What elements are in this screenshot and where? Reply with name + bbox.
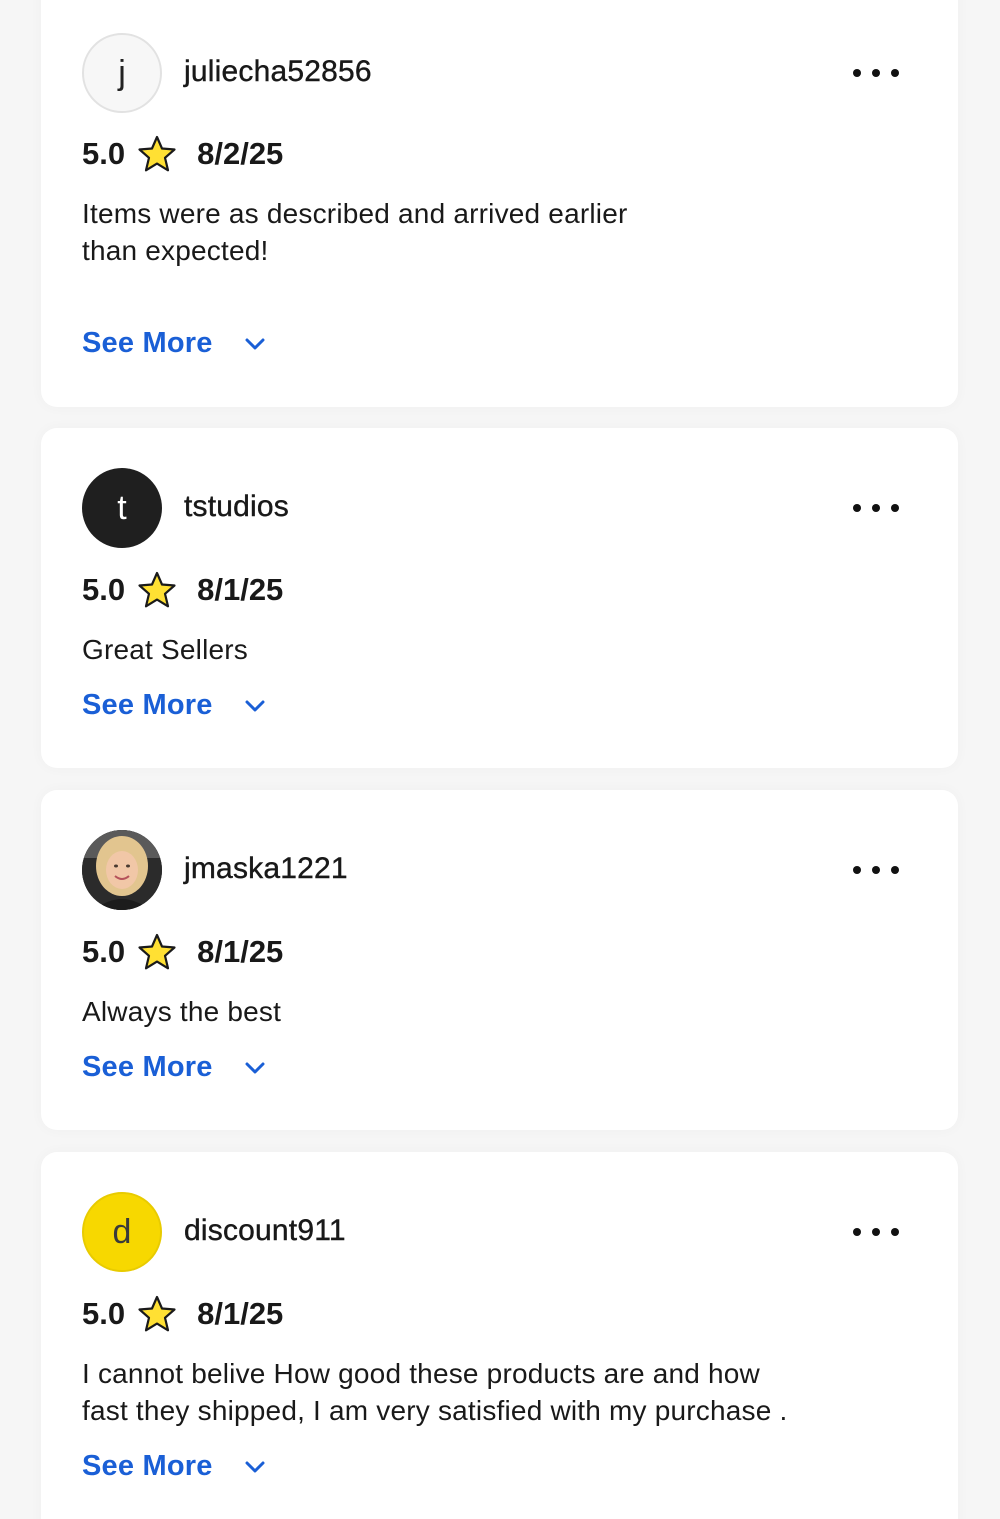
rating-score: 5.0	[82, 136, 126, 171]
more-options-button[interactable]	[853, 61, 899, 85]
review-header: j juliecha52856	[82, 33, 918, 113]
review-text-line: fast they shipped, I am very satisfied w…	[82, 1395, 788, 1426]
rating-row: 5.0 8/1/25	[82, 1294, 283, 1334]
avatar[interactable]: t	[82, 468, 162, 548]
more-options-icon	[853, 69, 861, 77]
more-options-dot	[872, 504, 880, 512]
avatar-letter: j	[118, 53, 126, 92]
more-options-icon	[853, 1228, 861, 1236]
chevron-down-icon	[245, 1062, 265, 1073]
rating-row: 5.0 8/1/25	[82, 932, 283, 972]
review-text: Great Sellers	[82, 631, 898, 668]
review-text: Items were as described and arrived earl…	[82, 195, 898, 269]
avatar[interactable]: j	[82, 33, 162, 113]
review-header: d discount911	[82, 1192, 918, 1272]
see-more-button[interactable]: See More	[82, 1450, 267, 1483]
more-options-icon	[853, 866, 861, 874]
review-date: 8/1/25	[197, 572, 284, 607]
reviewer-username[interactable]: tstudios	[184, 490, 289, 524]
chevron-down-icon	[245, 700, 265, 711]
see-more-label: See More	[82, 689, 213, 721]
review-text-line: Great Sellers	[82, 634, 248, 665]
avatar-letter: d	[112, 1212, 132, 1251]
review-text-line: I cannot belive How good these products …	[82, 1358, 760, 1389]
profile-photo-icon	[82, 830, 162, 910]
more-options-dot	[891, 504, 899, 512]
more-options-dot	[872, 69, 880, 77]
review-header: jmaska1221	[82, 830, 918, 910]
review-text: I cannot belive How good these products …	[82, 1355, 928, 1429]
see-more-button[interactable]: See More	[82, 689, 267, 722]
rating-row: 5.0 8/1/25	[82, 570, 283, 610]
more-options-icon	[853, 504, 861, 512]
review-card: jmaska1221 5.0 8/1/25 Always the best Se…	[41, 790, 958, 1130]
see-more-label: See More	[82, 327, 213, 359]
more-options-button[interactable]	[853, 496, 899, 520]
avatar-letter: t	[117, 488, 127, 527]
star-icon	[138, 1295, 176, 1332]
rating-score: 5.0	[82, 1296, 126, 1331]
avatar[interactable]: d	[82, 1192, 162, 1272]
review-date: 8/1/25	[197, 1296, 284, 1331]
rating-score: 5.0	[82, 934, 126, 969]
star-icon	[138, 135, 176, 172]
see-more-label: See More	[82, 1450, 213, 1482]
rating-score: 5.0	[82, 572, 126, 607]
review-card: j juliecha52856 5.0 8/2/25 Items were as…	[41, 0, 958, 407]
more-options-dot	[891, 866, 899, 874]
reviewer-username[interactable]: juliecha52856	[184, 55, 372, 89]
review-date: 8/1/25	[197, 934, 284, 969]
review-text-line: than expected!	[82, 235, 269, 266]
review-header: t tstudios	[82, 468, 918, 548]
review-text-line: Always the best	[82, 996, 282, 1027]
see-more-label: See More	[82, 1051, 213, 1083]
more-options-button[interactable]	[853, 1220, 899, 1244]
see-more-button[interactable]: See More	[82, 1051, 267, 1084]
chevron-down-icon	[245, 1461, 265, 1472]
star-icon	[138, 933, 176, 970]
reviews-page: j juliecha52856 5.0 8/2/25 Items were as…	[0, 0, 1000, 1519]
more-options-dot	[872, 1228, 880, 1236]
see-more-button[interactable]: See More	[82, 327, 267, 360]
more-options-button[interactable]	[853, 858, 899, 882]
more-options-dot	[872, 866, 880, 874]
review-text-line: Items were as described and arrived earl…	[82, 198, 628, 229]
rating-row: 5.0 8/2/25	[82, 134, 283, 174]
review-card: d discount911 5.0 8/1/25 I cannot belive…	[41, 1152, 958, 1519]
review-date: 8/2/25	[197, 136, 284, 171]
reviewer-username[interactable]: jmaska1221	[184, 852, 348, 886]
star-icon	[138, 571, 176, 608]
avatar[interactable]	[82, 830, 162, 910]
more-options-dot	[891, 69, 899, 77]
review-text: Always the best	[82, 993, 898, 1030]
review-card: t tstudios 5.0 8/1/25 Great Sellers See …	[41, 428, 958, 768]
more-options-dot	[891, 1228, 899, 1236]
chevron-down-icon	[245, 338, 265, 349]
reviewer-username[interactable]: discount911	[184, 1214, 346, 1248]
